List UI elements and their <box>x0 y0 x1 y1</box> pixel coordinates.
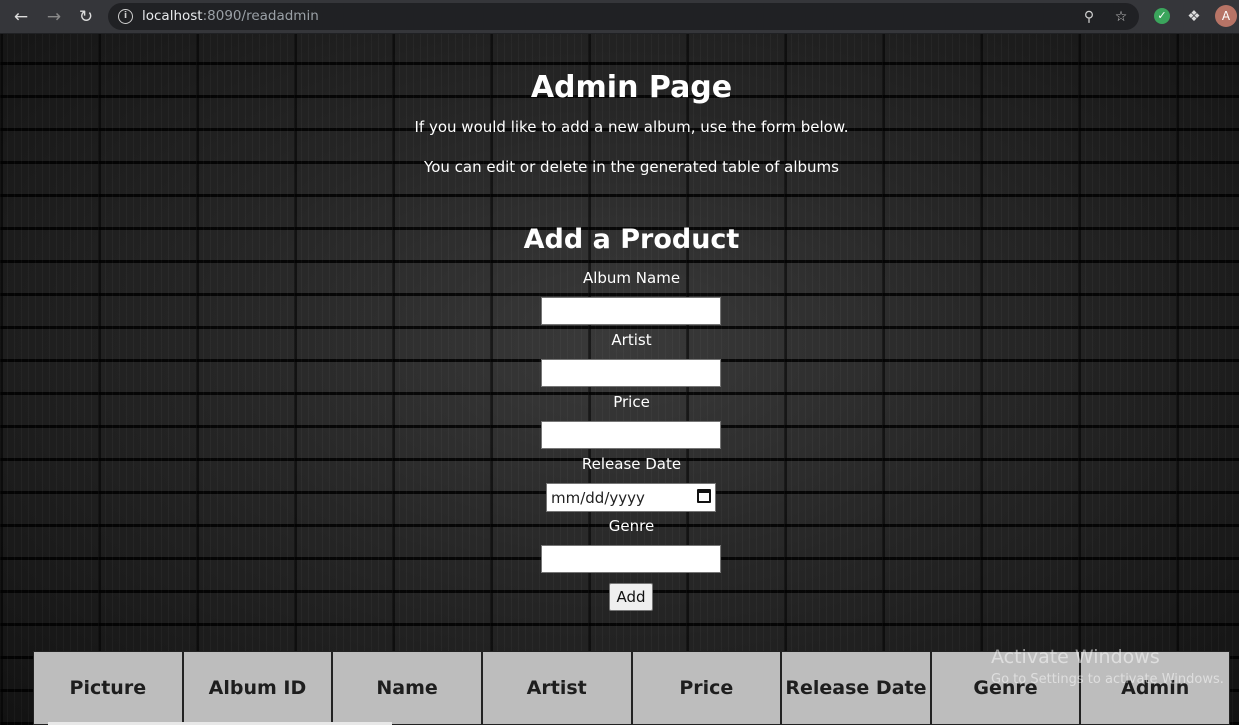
browser-toolbar: ← → ↻ i localhost:8090/readadmin ⚲ ☆ ✓ ❖… <box>0 0 1239 34</box>
intro-text-1: If you would like to add a new album, us… <box>414 118 849 136</box>
star-icon[interactable]: ☆ <box>1112 8 1130 26</box>
watermark-subtitle: Go to Settings to activate Windows. <box>991 672 1224 687</box>
extension-check-icon[interactable]: ✓ <box>1154 8 1170 24</box>
calendar-icon[interactable] <box>697 489 711 503</box>
windows-activation-watermark: Activate Windows Go to Settings to activ… <box>991 646 1224 687</box>
th-album-id: Album ID <box>182 651 333 725</box>
page-background: Admin Page If you would like to add a ne… <box>0 34 1239 725</box>
site-info-icon[interactable]: i <box>118 9 133 24</box>
avatar[interactable]: A <box>1215 5 1237 27</box>
artist-input[interactable] <box>541 359 721 387</box>
th-picture: Picture <box>33 651 183 725</box>
reload-icon[interactable]: ↻ <box>75 6 97 28</box>
genre-label: Genre <box>608 517 655 535</box>
back-arrow-icon[interactable]: ← <box>10 6 32 28</box>
watermark-title: Activate Windows <box>991 646 1160 668</box>
key-icon[interactable]: ⚲ <box>1080 8 1098 26</box>
artist-label: Artist <box>611 331 652 349</box>
page-title: Admin Page <box>530 70 733 105</box>
page-content: Admin Page If you would like to add a ne… <box>0 34 1239 725</box>
add-button[interactable]: Add <box>609 583 653 611</box>
release-date-input[interactable]: mm/dd/yyyy <box>546 483 716 512</box>
price-label: Price <box>613 393 650 411</box>
genre-input[interactable] <box>541 545 721 573</box>
intro-text-2: You can edit or delete in the generated … <box>424 158 839 176</box>
release-date-placeholder: mm/dd/yyyy <box>551 489 645 507</box>
th-release-date: Release Date <box>781 651 931 725</box>
album-name-input[interactable] <box>541 297 721 325</box>
puzzle-icon[interactable]: ❖ <box>1184 6 1204 26</box>
url-path: :8090/readadmin <box>202 8 319 24</box>
form-heading: Add a Product <box>523 224 740 255</box>
url-host: localhost <box>142 8 203 24</box>
th-artist: Artist <box>481 651 632 725</box>
album-name-label: Album Name <box>582 269 681 287</box>
th-price: Price <box>631 651 782 725</box>
price-input[interactable] <box>541 421 721 449</box>
release-date-label: Release Date <box>581 455 682 473</box>
th-name: Name <box>332 651 482 725</box>
forward-arrow-icon[interactable]: → <box>43 6 65 28</box>
address-url[interactable]: localhost:8090/readadmin <box>142 8 319 24</box>
address-bar[interactable]: i localhost:8090/readadmin ⚲ ☆ <box>108 3 1139 30</box>
